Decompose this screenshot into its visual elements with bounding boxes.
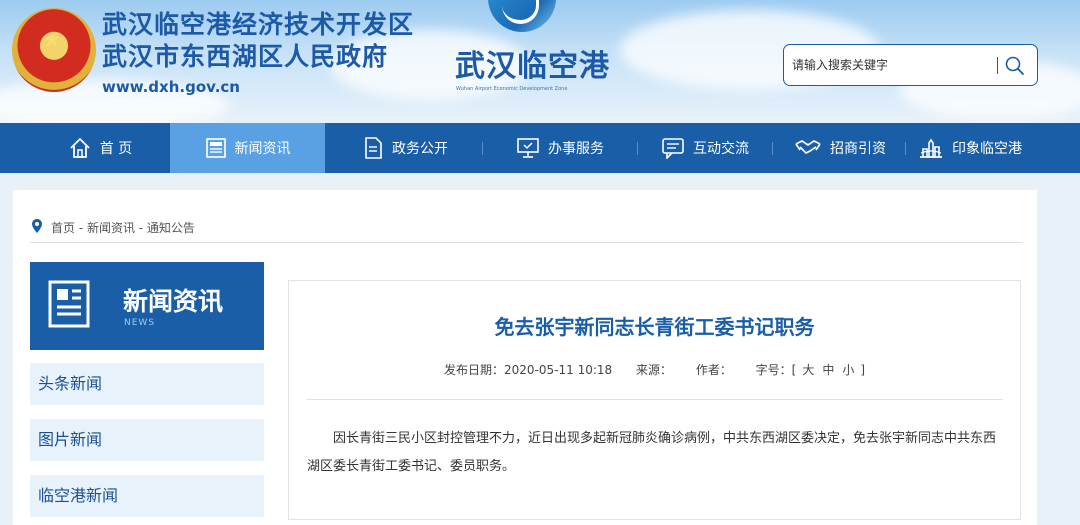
search-button[interactable] <box>1002 53 1030 79</box>
site-title: 武汉临空港经济技术开发区 <box>102 10 415 39</box>
home-icon <box>68 136 92 160</box>
nav-investment-label: 招商引资 <box>830 141 886 157</box>
font-size-close: ] <box>860 363 866 377</box>
airport-logo-icon <box>488 0 556 32</box>
nav-news[interactable]: 新闻资讯 <box>170 123 325 173</box>
main-nav: 首 页 新闻资讯 政务公开 办事服务 互动交流 招商引资 印象临空港 <box>0 123 1080 173</box>
nav-interaction[interactable]: 互动交流 <box>650 123 760 173</box>
article: 免去张宇新同志长青街工委书记职务 发布日期：2020-05-11 10:18 来… <box>288 280 1021 520</box>
document-icon <box>362 136 384 160</box>
nav-services[interactable]: 办事服务 <box>495 123 625 173</box>
nav-home[interactable]: 首 页 <box>40 123 160 173</box>
breadcrumb-text[interactable]: 首页 - 新闻资讯 - 通知公告 <box>51 219 195 236</box>
search-box <box>783 44 1038 86</box>
nav-home-label: 首 页 <box>99 141 133 157</box>
nav-news-label: 新闻资讯 <box>234 141 291 157</box>
site-url[interactable]: www.dxh.gov.cn <box>102 78 240 96</box>
publish-date-label: 发布日期： <box>444 363 505 377</box>
search-input[interactable] <box>792 55 992 75</box>
site-header: ★ 武汉临空港经济技术开发区 武汉市东西湖区人民政府 www.dxh.gov.c… <box>0 0 1080 123</box>
national-emblem-icon: ★ <box>12 8 96 92</box>
handshake-icon <box>794 138 822 158</box>
news-doc-icon <box>205 137 227 159</box>
nav-interaction-label: 互动交流 <box>693 141 749 157</box>
article-title: 免去张宇新同志长青街工委书记职务 <box>494 315 815 339</box>
nav-gov-affairs-label: 政务公开 <box>392 141 448 157</box>
nav-divider <box>772 142 773 155</box>
font-size-small[interactable]: 小 <box>842 363 854 377</box>
airport-logo-text: 武汉临空港 <box>455 49 610 84</box>
sidebar-item-photo-news[interactable]: 图片新闻 <box>30 419 264 461</box>
news-icon <box>48 280 94 332</box>
chat-icon <box>661 137 685 159</box>
font-size-label: 字号：[ <box>755 363 797 377</box>
nav-divider <box>482 142 483 155</box>
breadcrumb-divider <box>30 242 1022 243</box>
nav-impression[interactable]: 印象临空港 <box>915 123 1025 173</box>
font-size-medium[interactable]: 中 <box>822 363 834 377</box>
monitor-icon <box>516 137 540 159</box>
publish-date-value: 2020-05-11 10:18 <box>504 363 613 377</box>
site-subtitle: 武汉市东西湖区人民政府 <box>102 42 389 71</box>
nav-investment[interactable]: 招商引资 <box>785 123 895 173</box>
search-icon <box>1005 56 1024 75</box>
nav-impression-label: 印象临空港 <box>952 141 1022 157</box>
article-divider <box>307 399 1003 400</box>
breadcrumb: 首页 - 新闻资讯 - 通知公告 <box>32 219 195 236</box>
publish-date: 发布日期：2020-05-11 10:18 <box>444 363 612 377</box>
sidebar-header: 新闻资讯 NEWS <box>30 262 264 350</box>
nav-divider <box>905 142 906 155</box>
search-divider <box>997 57 998 74</box>
sidebar-item-headlines[interactable]: 头条新闻 <box>30 363 264 405</box>
font-size-large[interactable]: 大 <box>802 363 814 377</box>
source-label: 来源： <box>635 363 672 377</box>
nav-services-label: 办事服务 <box>548 141 604 157</box>
article-body: 因长青街三民小区封控管理不力，近日出现多起新冠肺炎确诊病例，中共东西湖区委决定，… <box>307 431 997 474</box>
airport-logo-subtext: Wuhan Airport Economic Development Zone <box>456 86 568 92</box>
sidebar-subtitle: NEWS <box>124 318 156 328</box>
sidebar-title: 新闻资讯 <box>123 287 224 316</box>
nav-divider <box>637 142 638 155</box>
author-label: 作者： <box>695 363 732 377</box>
sidebar-item-airport-news[interactable]: 临空港新闻 <box>30 475 264 517</box>
article-meta: 发布日期：2020-05-11 10:18 来源： 作者： 字号：[ 大中小] <box>444 361 885 378</box>
landmark-icon <box>918 137 944 159</box>
nav-gov-affairs[interactable]: 政务公开 <box>340 123 470 173</box>
location-pin-icon <box>32 219 42 236</box>
